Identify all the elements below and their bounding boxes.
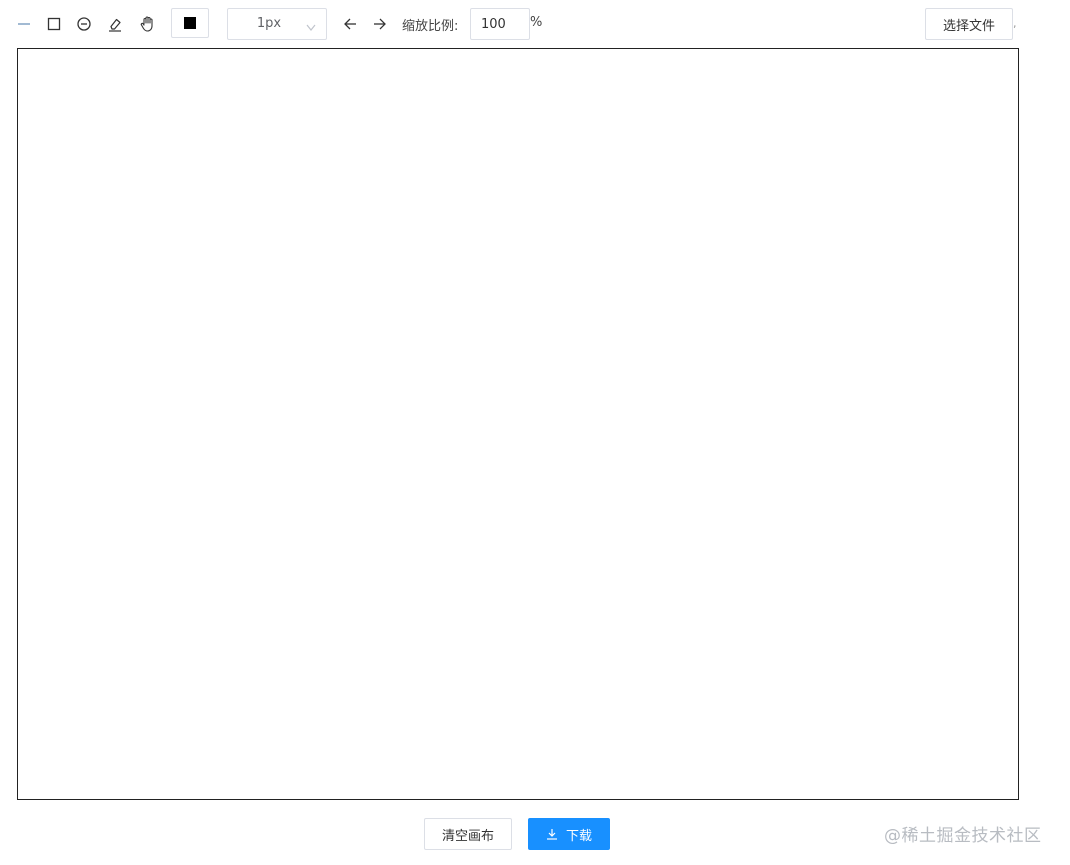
download-label: 下载 <box>565 828 592 844</box>
file-name-text: , <box>1013 17 1017 30</box>
arrow-right-icon[interactable] <box>369 12 391 36</box>
hand-icon[interactable] <box>137 12 159 36</box>
watermark: @稀土掘金技术社区 <box>884 826 1042 846</box>
color-picker[interactable] <box>171 8 209 38</box>
toolbar: 1px 缩放比例: % 选择文件 , <box>0 0 1070 48</box>
chevron-down-icon <box>305 18 317 37</box>
drawing-canvas[interactable] <box>17 48 1019 800</box>
zoom-unit: % <box>530 15 543 30</box>
square-icon[interactable] <box>43 12 65 36</box>
choose-file-button[interactable]: 选择文件 <box>925 8 1013 40</box>
clear-canvas-button[interactable]: 清空画布 <box>424 818 512 850</box>
download-icon <box>546 828 558 840</box>
zoom-label: 缩放比例: <box>402 19 459 34</box>
line-icon[interactable] <box>13 12 35 36</box>
download-button[interactable]: 下载 <box>528 818 610 850</box>
circle-minus-icon[interactable] <box>73 12 95 36</box>
line-width-select[interactable]: 1px <box>227 8 327 40</box>
eraser-icon[interactable] <box>104 12 126 36</box>
zoom-input[interactable] <box>470 8 530 40</box>
arrow-left-icon[interactable] <box>339 12 361 36</box>
line-width-value: 1px <box>256 16 282 31</box>
color-swatch <box>184 17 196 29</box>
